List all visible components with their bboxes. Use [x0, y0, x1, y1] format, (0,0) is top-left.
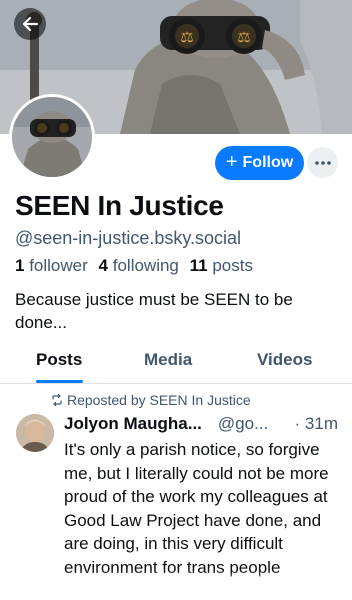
followers-link[interactable]: 1 follower: [15, 256, 88, 275]
post-body[interactable]: It's only a parish notice, so forgive me…: [64, 438, 340, 579]
post-author-name[interactable]: Jolyon Maugha...: [64, 414, 202, 433]
arrow-left-icon: [22, 16, 39, 32]
followers-label: follower: [29, 256, 88, 275]
follow-label: Follow: [242, 154, 294, 171]
tab-videos[interactable]: Videos: [257, 350, 312, 370]
post-header: Jolyon Maugha... @go... · 31m: [64, 414, 344, 434]
repost-label: Reposted by SEEN In Justice: [67, 392, 251, 408]
following-label: following: [112, 256, 179, 275]
tab-media[interactable]: Media: [144, 350, 192, 370]
ellipsis-icon: [314, 160, 331, 165]
follow-button[interactable]: + Follow: [215, 146, 304, 180]
active-tab-indicator: [36, 380, 83, 383]
display-name: SEEN In Justice: [15, 190, 224, 221]
author-photo: [16, 414, 54, 452]
followers-count: 1: [15, 256, 25, 275]
following-link[interactable]: 4 following: [99, 256, 179, 275]
post-author-avatar[interactable]: [16, 414, 54, 452]
avatar-image: [12, 97, 92, 177]
post-author-handle[interactable]: @go...: [218, 414, 268, 433]
profile-bio: Because justice must be SEEN to be done.…: [15, 290, 293, 332]
more-options-button[interactable]: [307, 147, 338, 178]
profile-handle: @seen-in-justice.bsky.social: [15, 228, 242, 248]
scroll-fade: [0, 570, 352, 600]
profile-avatar[interactable]: [9, 94, 95, 180]
profile-tabs: Posts Media Videos: [0, 340, 352, 384]
posts-stat: 11 posts: [190, 256, 253, 275]
post-timestamp[interactable]: · 31m: [295, 414, 338, 434]
repost-indicator[interactable]: Reposted by SEEN In Justice: [51, 392, 251, 408]
posts-label: posts: [212, 256, 253, 275]
following-count: 4: [98, 256, 108, 275]
tab-posts[interactable]: Posts: [36, 350, 82, 370]
plus-icon: +: [225, 151, 238, 173]
back-button[interactable]: [14, 8, 46, 40]
posts-count: 11: [189, 256, 208, 275]
svg-text:⚖: ⚖: [180, 28, 193, 46]
repost-icon: [52, 394, 62, 406]
profile-stats: 1 follower 4 following 11 posts: [15, 256, 253, 276]
svg-text:⚖: ⚖: [237, 28, 250, 46]
